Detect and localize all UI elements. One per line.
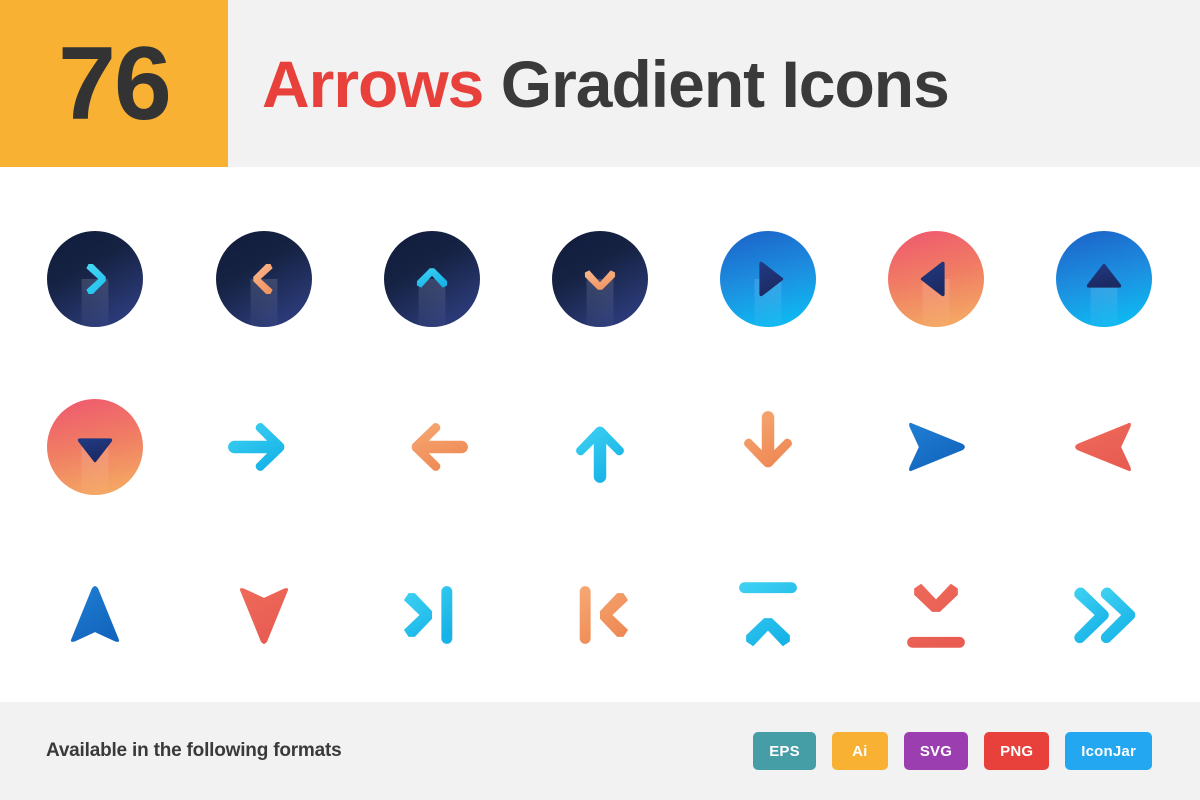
icon-glyph [411, 423, 468, 471]
icon-shade-band [418, 279, 446, 327]
format-badge-svg[interactable]: SVG [903, 732, 969, 770]
icon-glyph [579, 586, 629, 644]
arrow-right-icon[interactable] [204, 387, 324, 507]
icon-glyph [403, 586, 453, 644]
chevron-left-circle-icon[interactable] [204, 219, 324, 339]
skip-to-top-icon[interactable] [708, 555, 828, 675]
icon-glyph [239, 588, 289, 644]
icon-pack-preview: 76 Arrows Gradient Icons Available in th… [0, 0, 1200, 800]
arrow-down-icon[interactable] [708, 387, 828, 507]
icon-glyph [70, 586, 120, 642]
footer: Available in the following formats EPS Ai… [0, 702, 1200, 800]
icon-glyph [744, 411, 792, 468]
icon-count-block: 76 [0, 0, 228, 167]
icon-glyph [228, 423, 285, 471]
icon-count: 76 [58, 25, 172, 142]
title-keyword: Arrows [262, 46, 484, 121]
header: 76 Arrows Gradient Icons [0, 0, 1200, 167]
title-rest: Gradient Icons [500, 46, 950, 121]
icon-glyph [739, 582, 797, 647]
skip-forward-icon[interactable] [372, 555, 492, 675]
icon-glyph [576, 426, 624, 483]
send-right-icon[interactable] [876, 387, 996, 507]
skip-back-icon[interactable] [540, 555, 660, 675]
navigation-down-icon[interactable] [204, 555, 324, 675]
format-badge-eps[interactable]: EPS [753, 732, 816, 770]
arrow-up-icon[interactable] [540, 387, 660, 507]
format-badge-list: EPS Ai SVG PNG IconJar [753, 702, 1152, 800]
icon-grid [0, 167, 1200, 702]
play-up-circle-icon[interactable] [1044, 219, 1164, 339]
icon-glyph [909, 422, 965, 472]
formats-label: Available in the following formats [46, 740, 342, 761]
page-title: Arrows Gradient Icons [262, 0, 950, 167]
icon-glyph [907, 583, 965, 648]
play-left-circle-icon[interactable] [876, 219, 996, 339]
icon-glyph [1075, 422, 1131, 472]
skip-to-bottom-icon[interactable] [876, 555, 996, 675]
format-badge-iconjar[interactable]: IconJar [1065, 732, 1152, 770]
chevron-down-circle-icon[interactable] [540, 219, 660, 339]
chevron-right-circle-icon[interactable] [35, 219, 155, 339]
send-left-icon[interactable] [1044, 387, 1164, 507]
format-badge-png[interactable]: PNG [984, 732, 1050, 770]
navigation-up-icon[interactable] [35, 555, 155, 675]
format-badge-ai[interactable]: Ai [831, 732, 888, 770]
play-right-circle-icon[interactable] [708, 219, 828, 339]
double-chevron-right-icon[interactable] [1044, 555, 1164, 675]
play-down-circle-icon[interactable] [35, 387, 155, 507]
chevron-up-circle-icon[interactable] [372, 219, 492, 339]
icon-glyph [1074, 587, 1136, 644]
arrow-left-icon[interactable] [372, 387, 492, 507]
